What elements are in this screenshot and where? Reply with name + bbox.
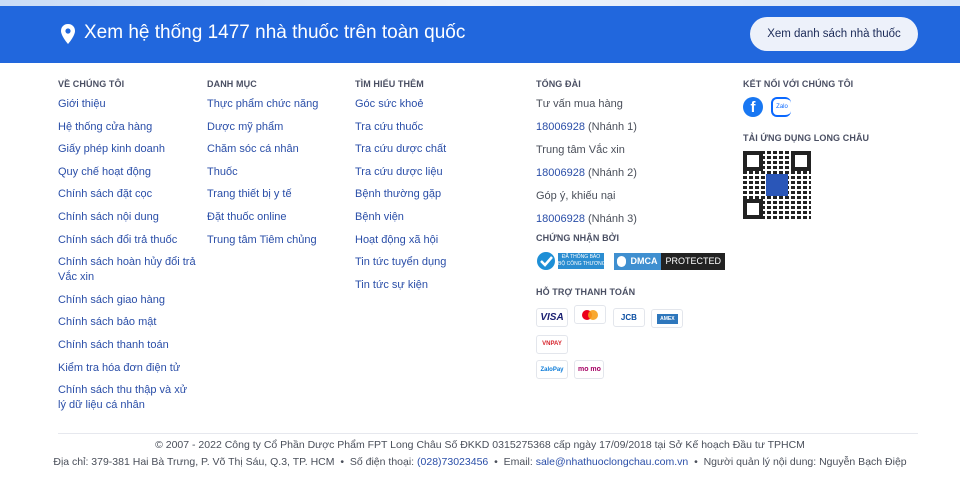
copyright-text: © 2007 - 2022 Công ty Cổ Phần Dược Phẩm …	[155, 439, 805, 451]
footer-link[interactable]: Hoạt động xã hội	[355, 233, 515, 248]
footer-link[interactable]: Dược mỹ phẩm	[207, 120, 347, 135]
footer-link[interactable]: Chính sách đặt cọc	[58, 187, 198, 202]
dmca-text: DMCA	[630, 255, 658, 266]
column-heading: Tải ứng dụng Long Châu	[743, 133, 870, 143]
jcb-icon: JCB	[612, 307, 645, 327]
footer-link[interactable]: Thuốc	[207, 165, 347, 180]
company-email-link[interactable]: sale@nhathuoclongchau.com.vn	[536, 456, 689, 468]
footer-link[interactable]: Bệnh thường gặp	[355, 187, 515, 202]
store-banner: Xem hệ thống 1477 nhà thuốc trên toàn qu…	[0, 6, 960, 63]
column-heading: Hỗ trợ thanh toán	[536, 287, 636, 297]
footer-link[interactable]: Tra cứu dược chất	[355, 142, 515, 157]
address-text: Địa chỉ: 379-381 Hai Bà Trưng, P. Võ Thị…	[53, 456, 335, 468]
footer-link[interactable]: Chính sách đổi trả thuốc	[58, 233, 198, 248]
footer-link[interactable]: Bệnh viện	[355, 210, 515, 225]
footer-link[interactable]: Trang thiết bị y tế	[207, 187, 347, 202]
lock-icon	[617, 255, 627, 267]
zalopay-icon: ZaloPay	[536, 360, 568, 379]
hotline-phone[interactable]: 18006928	[536, 121, 585, 133]
hotline-label: Góp ý, khiếu nại	[536, 190, 616, 202]
hotline-label: Tư vấn mua hàng	[536, 98, 623, 110]
column-heading: Tổng đài	[536, 79, 581, 89]
column-heading: Chứng nhận bởi	[536, 233, 620, 243]
location-pin-icon	[61, 24, 75, 44]
footer-link[interactable]: Chính sách bảo mật	[58, 315, 198, 330]
app-qr-code[interactable]	[743, 151, 811, 219]
column-heading: Kết nối với chúng tôi	[743, 79, 854, 89]
hotline-column: Tổng đài Tư vấn mua hàng 18006928 (Nhánh…	[536, 79, 736, 383]
dmca-protected-text: PROTECTED	[661, 252, 725, 270]
bct-certification-badge[interactable]: ĐÃ THÔNG BÁO BỘ CÔNG THƯƠNG	[536, 251, 606, 271]
content-manager-text: Người quản lý nội dung: Nguyễn Bạch Điệp	[703, 456, 907, 468]
footer-link[interactable]: Kiểm tra hóa đơn điện tử	[58, 361, 198, 376]
footer-link[interactable]: Chính sách giao hàng	[58, 293, 198, 308]
company-info: Địa chỉ: 379-381 Hai Bà Trưng, P. Võ Thị…	[53, 456, 907, 468]
footer-link[interactable]: Chính sách nội dung	[58, 210, 198, 225]
footer-link[interactable]: Tin tức sự kiện	[355, 278, 515, 293]
footer-link[interactable]: Góc sức khoẻ	[355, 97, 515, 112]
footer-link[interactable]: Chính sách thanh toán	[58, 338, 198, 353]
banner-title: Xem hệ thống 1477 nhà thuốc trên toàn qu…	[84, 22, 466, 43]
footer-link[interactable]: Quy chế hoạt động	[58, 165, 198, 180]
cert-text: ĐÃ THÔNG BÁO	[561, 254, 601, 260]
footer-link[interactable]: Giấy phép kinh doanh	[58, 142, 198, 157]
footer-link[interactable]: Hệ thống cửa hàng	[58, 120, 198, 135]
about-column: Về chúng tôi Giới thiệu Hệ thống cửa hàn…	[58, 79, 198, 421]
email-label: Email:	[503, 456, 533, 468]
footer-link[interactable]: Tra cứu dược liệu	[355, 165, 515, 180]
hotline-label: Trung tâm Vắc xin	[536, 144, 625, 156]
mastercard-icon	[574, 305, 607, 324]
zalo-icon[interactable]: Zalo	[771, 97, 791, 117]
column-heading: Về chúng tôi	[58, 79, 125, 89]
phone-label: Số điện thoại:	[349, 456, 415, 468]
visa-icon: VISA	[536, 307, 568, 327]
hotline-group: Trung tâm Vắc xin 18006928 (Nhánh 2)	[536, 143, 736, 181]
branch-label: (Nhánh 2)	[588, 167, 637, 179]
hotline-phone[interactable]: 18006928	[536, 213, 585, 225]
footer-divider	[58, 433, 918, 434]
view-store-list-button[interactable]: Xem danh sách nhà thuốc	[750, 17, 918, 51]
footer-link[interactable]: Giới thiệu	[58, 97, 198, 112]
footer-link[interactable]: Đặt thuốc online	[207, 210, 347, 225]
hotline-group: Góp ý, khiếu nại 18006928 (Nhánh 3)	[536, 189, 736, 227]
facebook-icon[interactable]: f	[743, 97, 763, 117]
dmca-badge[interactable]: DMCA PROTECTED	[614, 252, 725, 270]
footer-link[interactable]: Chính sách hoàn hủy đổi trả Vắc xin	[58, 255, 198, 285]
footer-link[interactable]: Chính sách thu thập và xử lý dữ liệu cá …	[58, 383, 198, 413]
branch-label: (Nhánh 3)	[588, 213, 637, 225]
cert-subtext: BỘ CÔNG THƯƠNG	[558, 261, 606, 267]
footer-link[interactable]: Tra cứu thuốc	[355, 120, 515, 135]
footer-link[interactable]: Trung tâm Tiêm chủng	[207, 233, 347, 248]
category-column: Danh mục Thực phẩm chức năng Dược mỹ phẩ…	[207, 79, 347, 255]
footer-link[interactable]: Chăm sóc cá nhân	[207, 142, 347, 157]
hotline-group: Tư vấn mua hàng 18006928 (Nhánh 1)	[536, 97, 736, 135]
learn-more-column: Tìm hiểu thêm Góc sức khoẻ Tra cứu thuốc…	[355, 79, 515, 300]
company-phone-link[interactable]: (028)73023456	[417, 456, 488, 468]
column-heading: Danh mục	[207, 79, 257, 89]
amex-icon: AMEX	[651, 309, 684, 328]
column-heading: Tìm hiểu thêm	[355, 79, 424, 89]
footer-link[interactable]: Tin tức tuyển dụng	[355, 255, 515, 270]
footer-link[interactable]: Thực phẩm chức năng	[207, 97, 347, 112]
momo-icon: mo mo	[574, 359, 605, 379]
hotline-phone[interactable]: 18006928	[536, 167, 585, 179]
vnpay-icon: VNPAY	[536, 334, 568, 354]
branch-label: (Nhánh 1)	[588, 121, 637, 133]
connect-column: Kết nối với chúng tôi f Zalo Tải ứng dụn…	[743, 79, 943, 219]
